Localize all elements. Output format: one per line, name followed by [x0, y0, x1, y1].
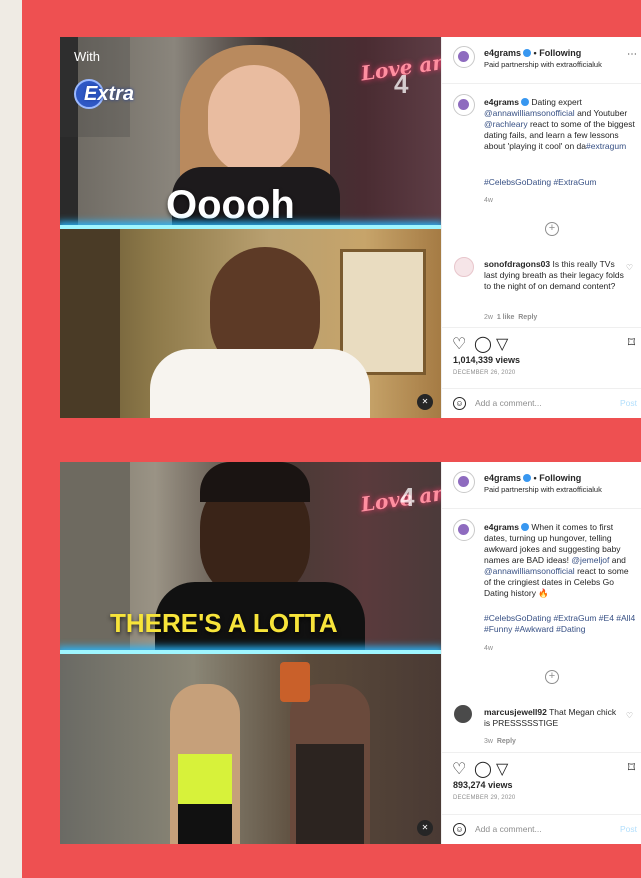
- action-bar: ♡ ◯ ▽ ⌑: [442, 752, 641, 783]
- caption-username[interactable]: e4grams: [484, 97, 519, 107]
- hashtag-link[interactable]: #extragum: [586, 141, 626, 151]
- bookmark-icon[interactable]: ⌑: [628, 759, 635, 776]
- view-count[interactable]: 1,014,339 views: [453, 355, 520, 365]
- leopard-dress: [296, 744, 364, 844]
- add-comment-bar: ☺ Add a comment... Post: [442, 388, 641, 418]
- mention-link[interactable]: @jemeljof: [571, 555, 609, 565]
- comment-icon[interactable]: ◯: [474, 334, 492, 354]
- following-button[interactable]: Following: [539, 473, 581, 483]
- caption-username[interactable]: e4grams: [484, 522, 519, 532]
- view-count[interactable]: 893,274 views: [453, 780, 513, 790]
- comment-input[interactable]: Add a comment...: [475, 824, 542, 834]
- add-comment-bar: ☺ Add a comment... Post: [442, 814, 641, 844]
- comment-likes[interactable]: 1 like: [497, 314, 515, 321]
- paid-partnership-label[interactable]: Paid partnership with extraofficialuk: [484, 60, 602, 69]
- share-icon[interactable]: ▽: [496, 759, 508, 779]
- emoji-icon[interactable]: ☺: [453, 397, 466, 410]
- extra-logo: Extra: [74, 79, 160, 109]
- bookmark-icon[interactable]: ⌑: [628, 334, 635, 351]
- more-icon[interactable]: ⋯: [627, 49, 637, 60]
- verified-badge-icon: [523, 474, 532, 482]
- paid-partnership-label[interactable]: Paid partnership with extraofficialuk: [484, 485, 602, 494]
- post-header: e4grams • Following Paid partnership wit…: [442, 462, 641, 509]
- extra-logo-text: Extra: [84, 83, 135, 105]
- comment-like-icon[interactable]: ♡: [626, 263, 633, 272]
- share-icon[interactable]: ▽: [496, 334, 508, 354]
- instagram-post-1: Love and Laughter 4 With Extra Ooooh ✕ e…: [60, 37, 641, 418]
- subtitle-overlay: Ooooh: [166, 183, 295, 227]
- verified-badge-icon: [523, 49, 532, 57]
- channel-watermark: 4: [400, 482, 415, 512]
- mention-link[interactable]: @annawilliamsonofficial: [484, 108, 575, 118]
- post-button[interactable]: Post: [620, 824, 637, 834]
- post-button[interactable]: Post: [620, 398, 637, 408]
- comment-username[interactable]: marcusjewell92: [484, 707, 547, 717]
- comment-username[interactable]: sonofdragons03: [484, 259, 550, 269]
- load-more-comments-icon[interactable]: +: [545, 670, 559, 684]
- comment-avatar[interactable]: [454, 257, 474, 277]
- comment-text: marcusjewell92 That Megan chick is PRESS…: [484, 707, 617, 728]
- speaker-muted-icon[interactable]: ✕: [417, 820, 433, 836]
- man-hair: [200, 462, 310, 502]
- speaker-muted-icon[interactable]: ✕: [417, 394, 433, 410]
- video-player[interactable]: Love and Laughter 4 With Extra Ooooh ✕: [60, 37, 441, 418]
- instagram-post-2: Love and Laughter 4 THERE'S A LOTTA ✕ e4…: [60, 462, 641, 844]
- man-shirt: [150, 349, 370, 418]
- caption-avatar[interactable]: [453, 94, 475, 116]
- username[interactable]: e4grams: [484, 48, 521, 58]
- comment-like-icon[interactable]: ♡: [626, 711, 633, 720]
- subtitle-overlay: THERE'S A LOTTA: [110, 608, 338, 638]
- with-badge: With: [74, 49, 100, 64]
- woman-face: [208, 65, 300, 175]
- video-player[interactable]: Love and Laughter 4 THERE'S A LOTTA ✕: [60, 462, 441, 844]
- caption-time: 4w: [484, 645, 493, 652]
- mention-link[interactable]: @annawilliamsonofficial: [484, 566, 575, 576]
- comment-avatar[interactable]: [454, 705, 472, 723]
- post-header: e4grams • Following Paid partnership wit…: [442, 37, 641, 84]
- avatar[interactable]: [453, 46, 475, 68]
- comment-time: 3w: [484, 738, 493, 745]
- post-sidebar: e4grams • Following Paid partnership wit…: [441, 462, 641, 844]
- emoji-icon[interactable]: ☺: [453, 823, 466, 836]
- following-button[interactable]: Following: [539, 48, 581, 58]
- video-scene-bottom: [60, 229, 441, 418]
- avatar[interactable]: [453, 471, 475, 493]
- post-date: DECEMBER 29, 2020: [453, 795, 516, 801]
- comment-icon[interactable]: ◯: [474, 759, 492, 779]
- username[interactable]: e4grams: [484, 473, 521, 483]
- verified-badge-icon: [520, 523, 529, 531]
- post-sidebar: e4grams • Following Paid partnership wit…: [441, 37, 641, 418]
- verified-badge-icon: [520, 98, 529, 106]
- action-bar: ♡ ◯ ▽ ⌑: [442, 327, 641, 358]
- heart-icon[interactable]: ♡: [452, 759, 466, 779]
- comment-input[interactable]: Add a comment...: [475, 398, 542, 408]
- post-date: DECEMBER 26, 2020: [453, 370, 516, 376]
- reply-button[interactable]: Reply: [518, 314, 537, 321]
- caption-time: 4w: [484, 197, 493, 204]
- neon-top: [178, 754, 232, 804]
- channel-watermark: 4: [394, 69, 409, 99]
- hashtags[interactable]: #CelebsGoDating #ExtraGum #E4 #All4 #Fun…: [484, 613, 636, 635]
- caption-text: e4grams Dating expert @annawilliamsonoff…: [484, 97, 635, 151]
- load-more-comments-icon[interactable]: +: [545, 222, 559, 236]
- caption-text: e4grams When it comes to first dates, tu…: [484, 522, 629, 598]
- video-scene-bottom: [60, 654, 441, 844]
- heart-icon[interactable]: ♡: [452, 334, 466, 354]
- hashtags[interactable]: #CelebsGoDating #ExtraGum: [484, 177, 636, 188]
- comment-text: sonofdragons03 Is this really TVs last d…: [484, 259, 624, 291]
- fire-emoji: 🔥: [538, 588, 549, 598]
- comment-time: 2w: [484, 314, 493, 321]
- reply-button[interactable]: Reply: [497, 738, 516, 745]
- caption-avatar[interactable]: [453, 519, 475, 541]
- video-scene-top: Love and Laughter 4 THERE'S A LOTTA: [60, 462, 441, 662]
- video-scene-top: Love and Laughter 4 With Extra Ooooh: [60, 37, 441, 237]
- mention-link[interactable]: @rachleary: [484, 119, 528, 129]
